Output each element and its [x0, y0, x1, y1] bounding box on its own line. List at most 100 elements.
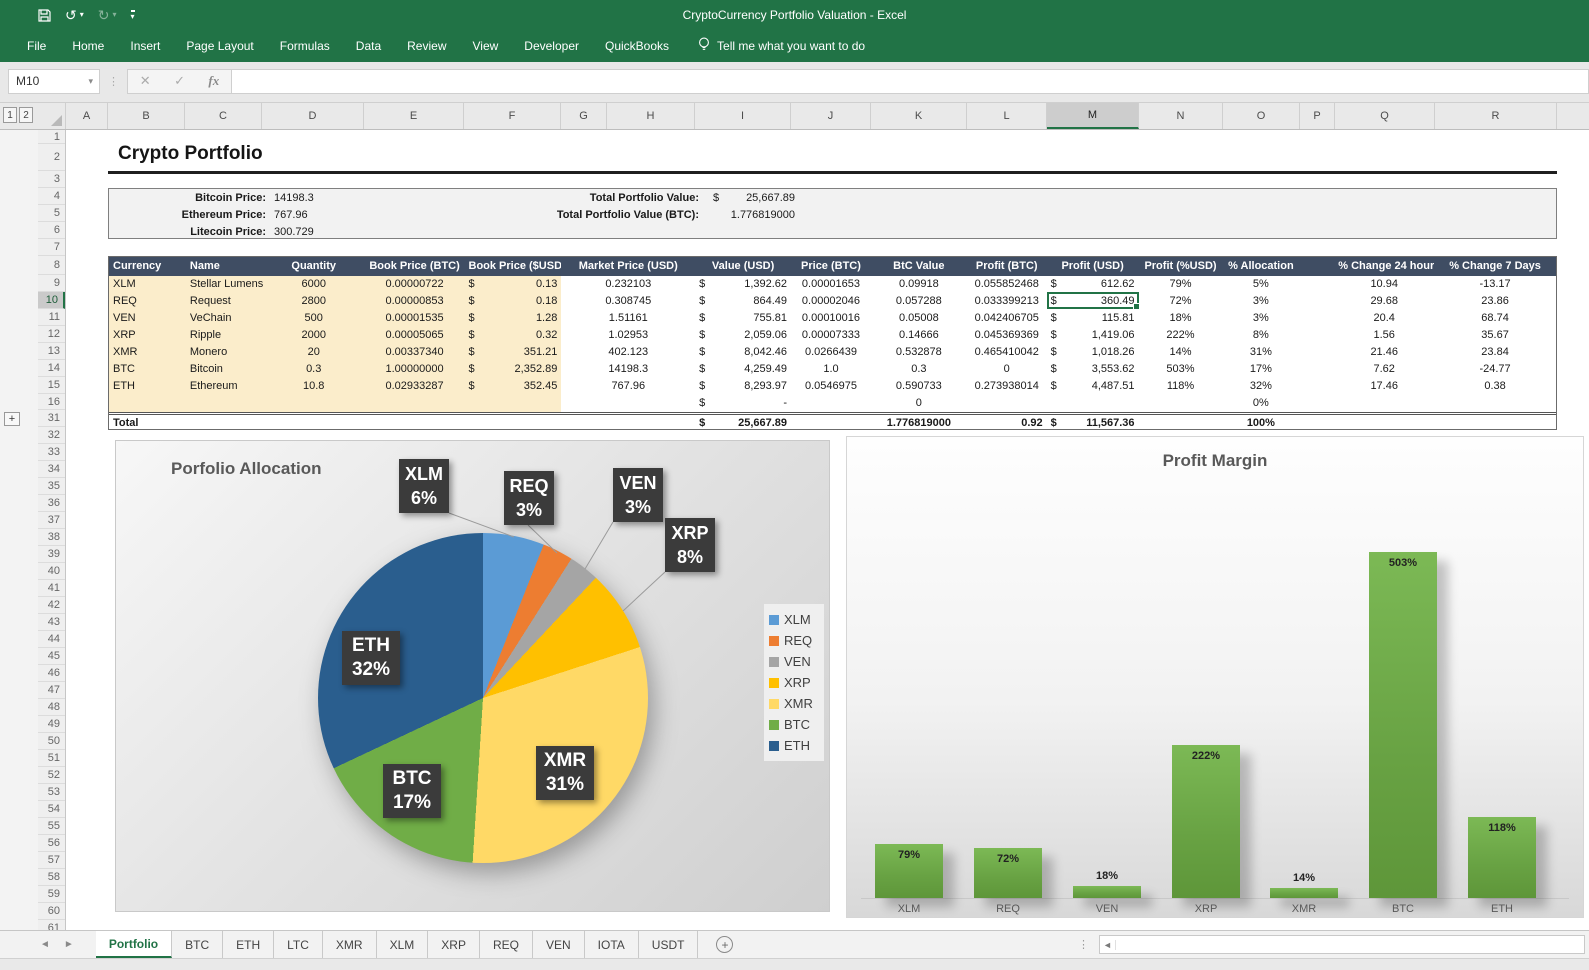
- cell-spacer-row16[interactable]: [1299, 395, 1334, 412]
- row-header-59[interactable]: 59: [38, 886, 65, 903]
- cell-currency-row10[interactable]: REQ: [109, 293, 186, 310]
- cell-market_usd-row9[interactable]: 0.232103: [561, 276, 695, 293]
- outline-level-2-button[interactable]: 2: [19, 107, 33, 123]
- column-header-P[interactable]: P: [1300, 103, 1335, 129]
- sheet-tab-req[interactable]: REQ: [480, 931, 533, 958]
- cell-profit_pct-row16[interactable]: [1139, 395, 1223, 412]
- cell-book_btc-row14[interactable]: 1.00000000: [365, 361, 465, 378]
- cell-qty-row14[interactable]: 0.3: [263, 361, 365, 378]
- row-header-38[interactable]: 38: [38, 529, 65, 546]
- cell-price_btc-row12[interactable]: 0.00007333: [791, 327, 871, 344]
- formula-input[interactable]: [231, 69, 1589, 94]
- row-header-35[interactable]: 35: [38, 478, 65, 495]
- cell-book_btc-row11[interactable]: 0.00001535: [365, 310, 465, 327]
- cell-profit_btc-row11[interactable]: 0.042406705: [967, 310, 1047, 327]
- select-all-triangle-icon[interactable]: [51, 115, 62, 126]
- cell-profit_usd-row13[interactable]: $1,018.26: [1047, 344, 1139, 361]
- row-header-32[interactable]: 32: [38, 427, 65, 444]
- cell-profit_pct-row14[interactable]: 503%: [1139, 361, 1223, 378]
- cell-currency-row9[interactable]: XLM: [109, 276, 186, 293]
- cell-market_usd-row10[interactable]: 0.308745: [561, 293, 695, 310]
- row-header-11[interactable]: 11: [38, 309, 65, 326]
- cell-market_usd-row15[interactable]: 767.96: [561, 378, 695, 395]
- row-header-2[interactable]: 2: [38, 144, 65, 171]
- total-cell-profit_btc[interactable]: 0.92: [967, 415, 1047, 429]
- row-header-15[interactable]: 15: [38, 377, 65, 394]
- cell-chg24-row11[interactable]: 20.4: [1334, 310, 1434, 327]
- customize-quick-access-icon[interactable]: ▾: [131, 10, 135, 21]
- undo-button[interactable]: ↺▾: [65, 8, 84, 22]
- cell-qty-row16[interactable]: [263, 395, 365, 412]
- cell-alloc-row15[interactable]: 32%: [1222, 378, 1299, 395]
- row-header-45[interactable]: 45: [38, 648, 65, 665]
- cell-profit_pct-row12[interactable]: 222%: [1139, 327, 1223, 344]
- cell-spacer-row14[interactable]: [1299, 361, 1334, 378]
- cell-value_usd-row14[interactable]: $4,259.49: [695, 361, 791, 378]
- cell-market_usd-row12[interactable]: 1.02953: [561, 327, 695, 344]
- column-header-C[interactable]: C: [185, 103, 262, 129]
- cell-spacer-row11[interactable]: [1299, 310, 1334, 327]
- cell-name-row15[interactable]: Ethereum: [186, 378, 263, 395]
- cell-currency-row13[interactable]: XMR: [109, 344, 186, 361]
- cell-price_btc-row14[interactable]: 1.0: [791, 361, 871, 378]
- cell-chg24-row10[interactable]: 29.68: [1334, 293, 1434, 310]
- cell-qty-row10[interactable]: 2800: [263, 293, 365, 310]
- cell-name-row13[interactable]: Monero: [186, 344, 263, 361]
- column-header-B[interactable]: B: [108, 103, 185, 129]
- cell-alloc-row13[interactable]: 31%: [1222, 344, 1299, 361]
- cell-qty-row9[interactable]: 6000: [263, 276, 365, 293]
- outline-level-buttons[interactable]: 1 2: [3, 107, 33, 123]
- scrollbar-resize-grip[interactable]: ⋮: [1078, 938, 1089, 951]
- cell-book_usd-row15[interactable]: $352.45: [465, 378, 562, 395]
- cell-chg7-row16[interactable]: [1434, 395, 1556, 412]
- cell-profit_btc-row16[interactable]: [967, 395, 1047, 412]
- ribbon-tab-data[interactable]: Data: [343, 30, 394, 62]
- cell-book_btc-row9[interactable]: 0.00000722: [365, 276, 465, 293]
- row-header-5[interactable]: 5: [38, 205, 65, 222]
- cell-book_usd-row10[interactable]: $0.18: [465, 293, 562, 310]
- row-header-57[interactable]: 57: [38, 852, 65, 869]
- cell-chg7-row9[interactable]: -13.17: [1434, 276, 1556, 293]
- ribbon-tab-page-layout[interactable]: Page Layout: [173, 30, 266, 62]
- pie-chart-panel[interactable]: Porfolio Allocation XLM 6% REQ 3% VEN 3%…: [115, 440, 830, 912]
- tab-scroll-right-icon[interactable]: ►: [64, 939, 74, 950]
- ribbon-tab-home[interactable]: Home: [59, 30, 117, 62]
- ribbon-tab-insert[interactable]: Insert: [117, 30, 173, 62]
- cell-value_usd-row13[interactable]: $8,042.46: [695, 344, 791, 361]
- new-sheet-button[interactable]: +: [716, 936, 733, 953]
- total-portfolio-value[interactable]: $ 25,667.89: [713, 192, 795, 204]
- cell-book_btc-row13[interactable]: 0.00337340: [365, 344, 465, 361]
- total-cell-btc_value[interactable]: 1.776819000: [871, 415, 967, 429]
- cell-spacer-row9[interactable]: [1299, 276, 1334, 293]
- cell-btc_value-row10[interactable]: 0.057288: [871, 293, 967, 310]
- cell-price_btc-row13[interactable]: 0.0266439: [791, 344, 871, 361]
- cell-book_btc-row15[interactable]: 0.02933287: [365, 378, 465, 395]
- row-header-31[interactable]: 31: [38, 410, 65, 427]
- cell-profit_btc-row12[interactable]: 0.045369369: [967, 327, 1047, 344]
- row-header-52[interactable]: 52: [38, 767, 65, 784]
- total-cell-chg7[interactable]: [1434, 415, 1556, 429]
- cell-qty-row13[interactable]: 20: [263, 344, 365, 361]
- cell-qty-row15[interactable]: 10.8: [263, 378, 365, 395]
- outline-expand-button[interactable]: +: [4, 412, 20, 426]
- cell-qty-row11[interactable]: 500: [263, 310, 365, 327]
- cell-book_usd-row14[interactable]: $2,352.89: [465, 361, 562, 378]
- cell-book_usd-row9[interactable]: $0.13: [465, 276, 562, 293]
- row-header-9[interactable]: 9: [38, 275, 65, 292]
- column-header-R[interactable]: R: [1435, 103, 1557, 129]
- cell-market_usd-row16[interactable]: [561, 395, 695, 412]
- cell-btc_value-row13[interactable]: 0.532878: [871, 344, 967, 361]
- ribbon-tab-formulas[interactable]: Formulas: [267, 30, 343, 62]
- cell-chg24-row9[interactable]: 10.94: [1334, 276, 1434, 293]
- row-header-53[interactable]: 53: [38, 784, 65, 801]
- cell-profit_usd-row14[interactable]: $3,553.62: [1047, 361, 1139, 378]
- row-header-41[interactable]: 41: [38, 580, 65, 597]
- total-cell-alloc[interactable]: 100%: [1222, 415, 1299, 429]
- cell-alloc-row10[interactable]: 3%: [1222, 293, 1299, 310]
- cell-profit_btc-row13[interactable]: 0.465410042: [967, 344, 1047, 361]
- total-cell-name[interactable]: [186, 415, 263, 429]
- cell-currency-row15[interactable]: ETH: [109, 378, 186, 395]
- row-header-13[interactable]: 13: [38, 343, 65, 360]
- total-cell-book_usd[interactable]: [465, 415, 562, 429]
- cell-book_usd-row12[interactable]: $0.32: [465, 327, 562, 344]
